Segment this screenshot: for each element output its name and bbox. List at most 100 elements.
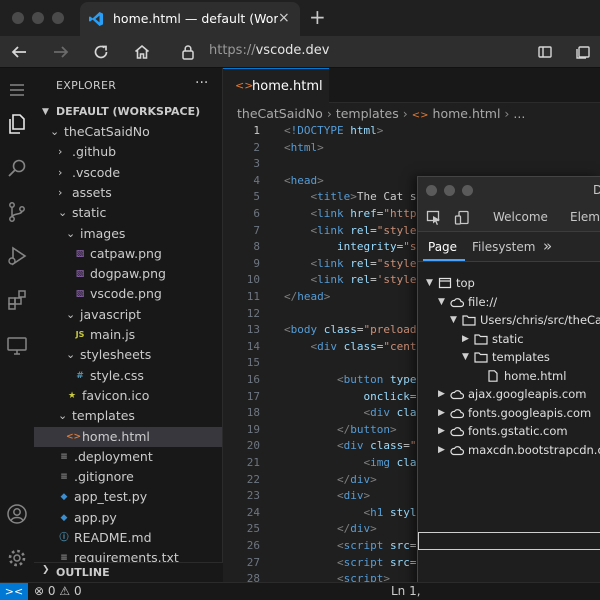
line-number: 17	[246, 389, 260, 403]
tree-item[interactable]: ⌄ stylesheets	[34, 345, 222, 365]
devtools-minimize-dot[interactable]	[444, 185, 455, 196]
tree-item[interactable]: ◆ app_test.py	[34, 487, 222, 507]
code-token: src	[389, 539, 410, 552]
collections-icon[interactable]	[575, 44, 591, 60]
devtools-tab-elements[interactable]: Eleme	[570, 210, 600, 224]
chevron-down-icon: ⌄	[66, 226, 76, 240]
source-tree-node[interactable]: ▼ file://	[418, 293, 600, 311]
remote-explorer-icon[interactable]	[5, 334, 29, 358]
tree-item[interactable]: ⌄ theCatSaidNo	[34, 122, 222, 142]
tree-item[interactable]: › assets	[34, 183, 222, 203]
back-arrow-icon[interactable]	[10, 43, 28, 61]
tree-item[interactable]: ★ favicon.ico	[34, 386, 222, 406]
editor-tab-strip: <> home.html	[223, 68, 600, 103]
source-tree-node[interactable]: ▶ fonts.googleapis.com	[418, 404, 600, 422]
code-token: integrity	[336, 240, 397, 254]
breadcrumb-item[interactable]: templates	[336, 106, 399, 121]
inspect-element-icon[interactable]	[426, 210, 442, 226]
tree-item[interactable]: ▧ dogpaw.png	[34, 264, 222, 284]
problems-indicator[interactable]: ⊗ 0 ⚠ 0	[34, 584, 82, 598]
workspace-root[interactable]: ▼ DEFAULT (WORKSPACE)	[34, 102, 222, 122]
line-number: 6	[253, 207, 260, 220]
device-emulation-icon[interactable]	[454, 210, 470, 226]
chevron-right-icon: ▶	[438, 444, 445, 455]
tree-item-label: app_test.py	[74, 489, 148, 505]
run-debug-icon[interactable]	[5, 244, 29, 268]
tree-item[interactable]: ⓘ README.md	[34, 528, 222, 548]
devtools-close-dot[interactable]	[426, 185, 437, 196]
explorer-files-icon[interactable]	[5, 112, 29, 136]
devtools-zoom-dot[interactable]	[462, 185, 473, 196]
settings-gear-icon[interactable]	[5, 546, 29, 570]
source-tree-node[interactable]: ▶ static	[418, 330, 600, 348]
extensions-icon[interactable]	[537, 44, 553, 60]
window-minimize-dot[interactable]	[32, 12, 44, 24]
cursor-position[interactable]: Ln 1,	[391, 584, 421, 598]
devtools-window: D Welcome Eleme Page Filesystem » ▼ top ▼ f…	[417, 176, 600, 600]
subtab-filesystem[interactable]: Filesystem	[472, 240, 535, 254]
source-tree-node[interactable]: ▶ fonts.gstatic.com	[418, 422, 600, 440]
window-zoom-dot[interactable]	[52, 12, 64, 24]
tree-item[interactable]: › .github	[34, 142, 222, 162]
source-tree-node[interactable]: ▶ ajax.googleapis.com	[418, 385, 600, 403]
tab-close-icon[interactable]: ×	[278, 10, 290, 26]
explorer-header: EXPLORER	[56, 79, 117, 92]
line-number: 23	[246, 489, 260, 503]
tree-item[interactable]: ≡ .deployment	[34, 447, 222, 467]
explorer-more-actions-icon[interactable]: ···	[195, 75, 208, 91]
window-close-dot[interactable]	[12, 12, 24, 24]
subtab-page[interactable]: Page	[428, 240, 457, 254]
tree-item[interactable]: ◆ app.py	[34, 508, 222, 528]
code-line: <div>	[284, 488, 370, 505]
breadcrumb-item[interactable]: home.html	[433, 106, 501, 121]
menu-icon[interactable]	[5, 78, 29, 102]
reload-icon[interactable]	[92, 43, 110, 61]
home-icon[interactable]	[133, 43, 151, 61]
source-tree-node[interactable]: ▼ templates	[418, 348, 600, 366]
accounts-icon[interactable]	[5, 502, 29, 526]
tree-item[interactable]: ≡ .gitignore	[34, 467, 222, 487]
extensions-icon[interactable]	[5, 288, 29, 312]
lock-icon[interactable]	[181, 44, 195, 60]
error-count: 0	[47, 584, 56, 598]
tree-item[interactable]: ⌄ javascript	[34, 305, 222, 325]
tree-item[interactable]: ▧ vscode.png	[34, 284, 222, 304]
code-token: "style	[376, 223, 417, 237]
new-tab-icon[interactable]: +	[309, 5, 326, 29]
source-tree-node[interactable]: home.html	[418, 367, 600, 385]
tree-item[interactable]: <> home.html	[34, 426, 222, 447]
search-icon[interactable]	[5, 156, 29, 180]
outline-section[interactable]: ❯ OUTLINE	[34, 562, 223, 582]
remote-indicator[interactable]: ><	[0, 583, 28, 600]
forward-arrow-icon[interactable]	[52, 43, 70, 61]
tree-item[interactable]: JS main.js	[34, 325, 222, 345]
breadcrumb-item[interactable]: ...	[513, 106, 525, 121]
source-tree-node[interactable]: ▼ top	[418, 274, 600, 292]
line-number: 3	[253, 157, 260, 171]
code-line: <h1 styl	[284, 505, 416, 522]
source-control-icon[interactable]	[5, 200, 29, 224]
code-token: href	[350, 207, 377, 220]
address-bar[interactable]: https://vscode.dev	[209, 43, 330, 58]
devtools-tab-welcome[interactable]: Welcome	[493, 210, 548, 224]
source-tree-node[interactable]: ▶ maxcdn.bootstrapcdn.com	[418, 441, 600, 459]
tree-item[interactable]: › .vscode	[34, 163, 222, 183]
breadcrumb-item[interactable]: theCatSaidNo	[237, 106, 323, 121]
tree-item[interactable]: ▧ catpaw.png	[34, 244, 222, 264]
editor-tab-home-html[interactable]: <> home.html	[223, 68, 329, 103]
tree-item[interactable]: ⌄ static	[34, 203, 222, 223]
more-tabs-icon[interactable]: »	[543, 237, 552, 255]
tree-item[interactable]: ⌄ templates	[34, 406, 222, 426]
python-file-icon: ◆	[60, 492, 68, 503]
browser-tab-active[interactable]: home.html — default (Workspace) ×	[80, 2, 300, 36]
status-bar: >< ⊗ 0 ⚠ 0 Ln 1,	[0, 582, 600, 600]
source-tree-node[interactable]: ▼ Users/chris/src/theCatSa	[418, 311, 600, 329]
chevron-right-icon: ›	[504, 106, 510, 121]
tree-item[interactable]: ⌄ images	[34, 224, 222, 244]
tree-item[interactable]: # style.css	[34, 366, 222, 386]
